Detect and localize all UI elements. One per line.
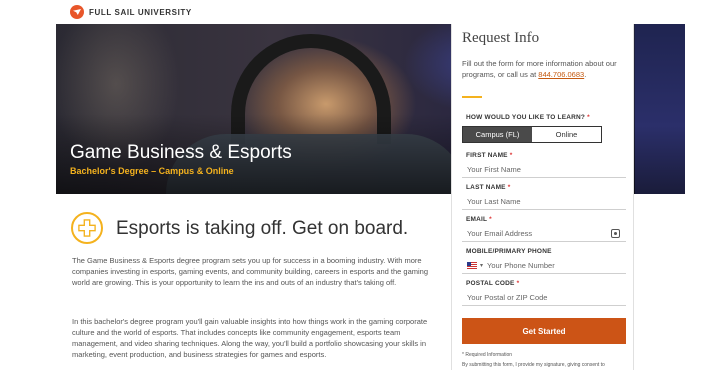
accent-divider <box>462 96 482 98</box>
dpad-icon <box>78 219 96 237</box>
last-name-field[interactable]: Your Last Name <box>462 193 626 210</box>
learn-toggle: Campus (FL) Online <box>462 126 602 143</box>
consent-text: By submitting this form, I provide my si… <box>462 362 605 368</box>
form-title: Request Info <box>462 30 540 46</box>
phone-placeholder: Your Phone Number <box>487 260 555 270</box>
us-flag-icon[interactable] <box>467 261 477 269</box>
autofill-icon[interactable] <box>611 229 620 238</box>
logo-text: FULL SAIL UNIVERSITY <box>89 7 192 17</box>
phone-field[interactable]: ▾ Your Phone Number <box>462 257 626 274</box>
last-name-label: LAST NAME * <box>466 184 511 191</box>
get-started-button[interactable]: Get Started <box>462 318 626 344</box>
phone-label: MOBILE/PRIMARY PHONE <box>466 248 552 255</box>
hero-subtitle: Bachelor's Degree – Campus & Online <box>70 166 234 176</box>
section-title: Esports is taking off. Get on board. <box>116 218 409 239</box>
hero-image-right <box>635 24 685 194</box>
full-sail-logo-icon <box>70 5 84 19</box>
site-logo[interactable]: FULL SAIL UNIVERSITY <box>70 5 192 19</box>
program-paragraph: In this bachelor's degree program you'll… <box>72 317 428 359</box>
form-intro: Fill out the form for more information a… <box>462 58 630 80</box>
email-label: EMAIL * <box>466 216 492 223</box>
first-name-field[interactable]: Your First Name <box>462 161 626 178</box>
email-placeholder: Your Email Address <box>467 228 533 238</box>
request-info-form: Request Info Fill out the form for more … <box>451 24 634 370</box>
form-intro-suffix: . <box>584 70 587 79</box>
intro-paragraph: The Game Business & Esports degree progr… <box>72 256 429 287</box>
site-header: FULL SAIL UNIVERSITY <box>0 0 713 24</box>
postal-label: POSTAL CODE * <box>466 280 520 287</box>
game-controller-icon <box>71 212 103 244</box>
campus-option[interactable]: Campus (FL) <box>463 127 532 142</box>
hero-title: Game Business & Esports <box>70 142 292 163</box>
email-field[interactable]: Your Email Address <box>462 225 626 242</box>
chevron-down-icon[interactable]: ▾ <box>480 262 483 269</box>
first-name-label: FIRST NAME * <box>466 152 513 159</box>
phone-link[interactable]: 844.706.0683 <box>538 70 584 79</box>
online-option[interactable]: Online <box>532 127 601 142</box>
postal-code-field[interactable]: Your Postal or ZIP Code <box>462 289 626 306</box>
learn-label: HOW WOULD YOU LIKE TO LEARN? * <box>466 114 590 121</box>
required-note: * Required Information <box>462 352 513 358</box>
